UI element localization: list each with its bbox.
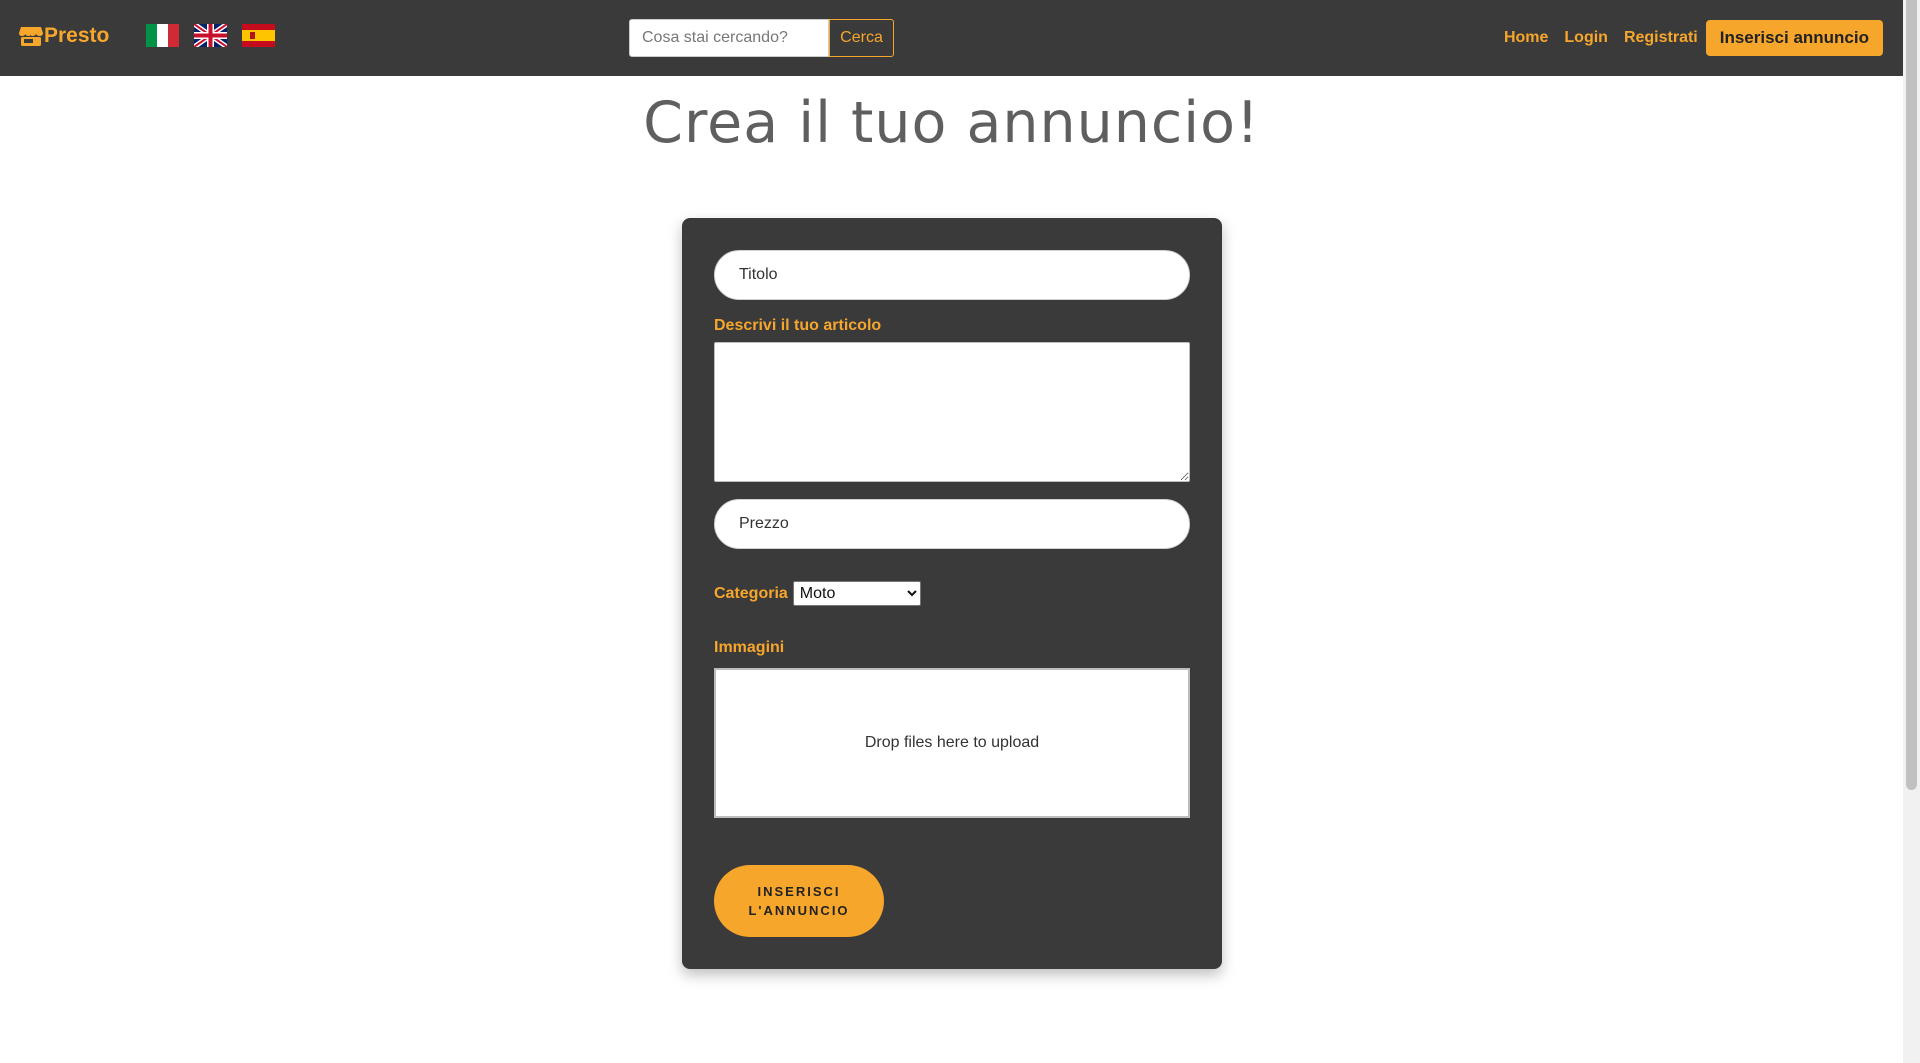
images-label: Immagini [714, 639, 785, 656]
category-label: Categoria [714, 584, 788, 602]
italy-flag-icon[interactable] [146, 24, 179, 47]
nav-links: Home Login Registrati Inserisci annuncio [1504, 20, 1883, 56]
nav-home-link[interactable]: Home [1504, 29, 1548, 47]
price-input[interactable] [714, 499, 1190, 549]
store-icon [19, 25, 43, 47]
top-navbar: Presto Cosa stai cercando? Cerca Home Lo… [0, 0, 1903, 76]
page-title: Crea il tuo annuncio! [643, 90, 1260, 156]
search-form: Cerca [629, 19, 894, 57]
submit-ad-button[interactable]: Inserisci l'annuncio [714, 865, 884, 937]
create-ad-form-card: Descrivi il tuo articolo Categoria Moto … [682, 218, 1222, 969]
insert-ad-button[interactable]: Inserisci annuncio [1705, 20, 1883, 56]
language-switcher [146, 21, 275, 50]
description-textarea[interactable] [714, 342, 1190, 482]
category-select[interactable]: Moto [792, 581, 921, 606]
search-button[interactable]: Cerca [829, 19, 894, 57]
description-label: Descrivi il tuo articolo [714, 317, 882, 334]
dropzone-text: Drop files here to upload [864, 734, 1040, 751]
category-row: Categoria Moto [714, 581, 921, 606]
nav-login-link[interactable]: Login [1564, 29, 1608, 47]
brand-link[interactable]: Presto [19, 24, 109, 48]
uk-flag-icon[interactable] [192, 21, 229, 50]
page-scrollbar[interactable] [1903, 0, 1920, 1063]
scrollbar-thumb[interactable] [1906, 0, 1917, 790]
nav-register-link[interactable]: Registrati [1624, 29, 1698, 47]
brand-name: Presto [44, 24, 110, 47]
search-input[interactable] [629, 19, 829, 57]
image-dropzone[interactable]: Drop files here to upload [714, 668, 1190, 818]
title-input[interactable] [714, 250, 1190, 300]
spain-flag-icon[interactable] [242, 24, 275, 47]
